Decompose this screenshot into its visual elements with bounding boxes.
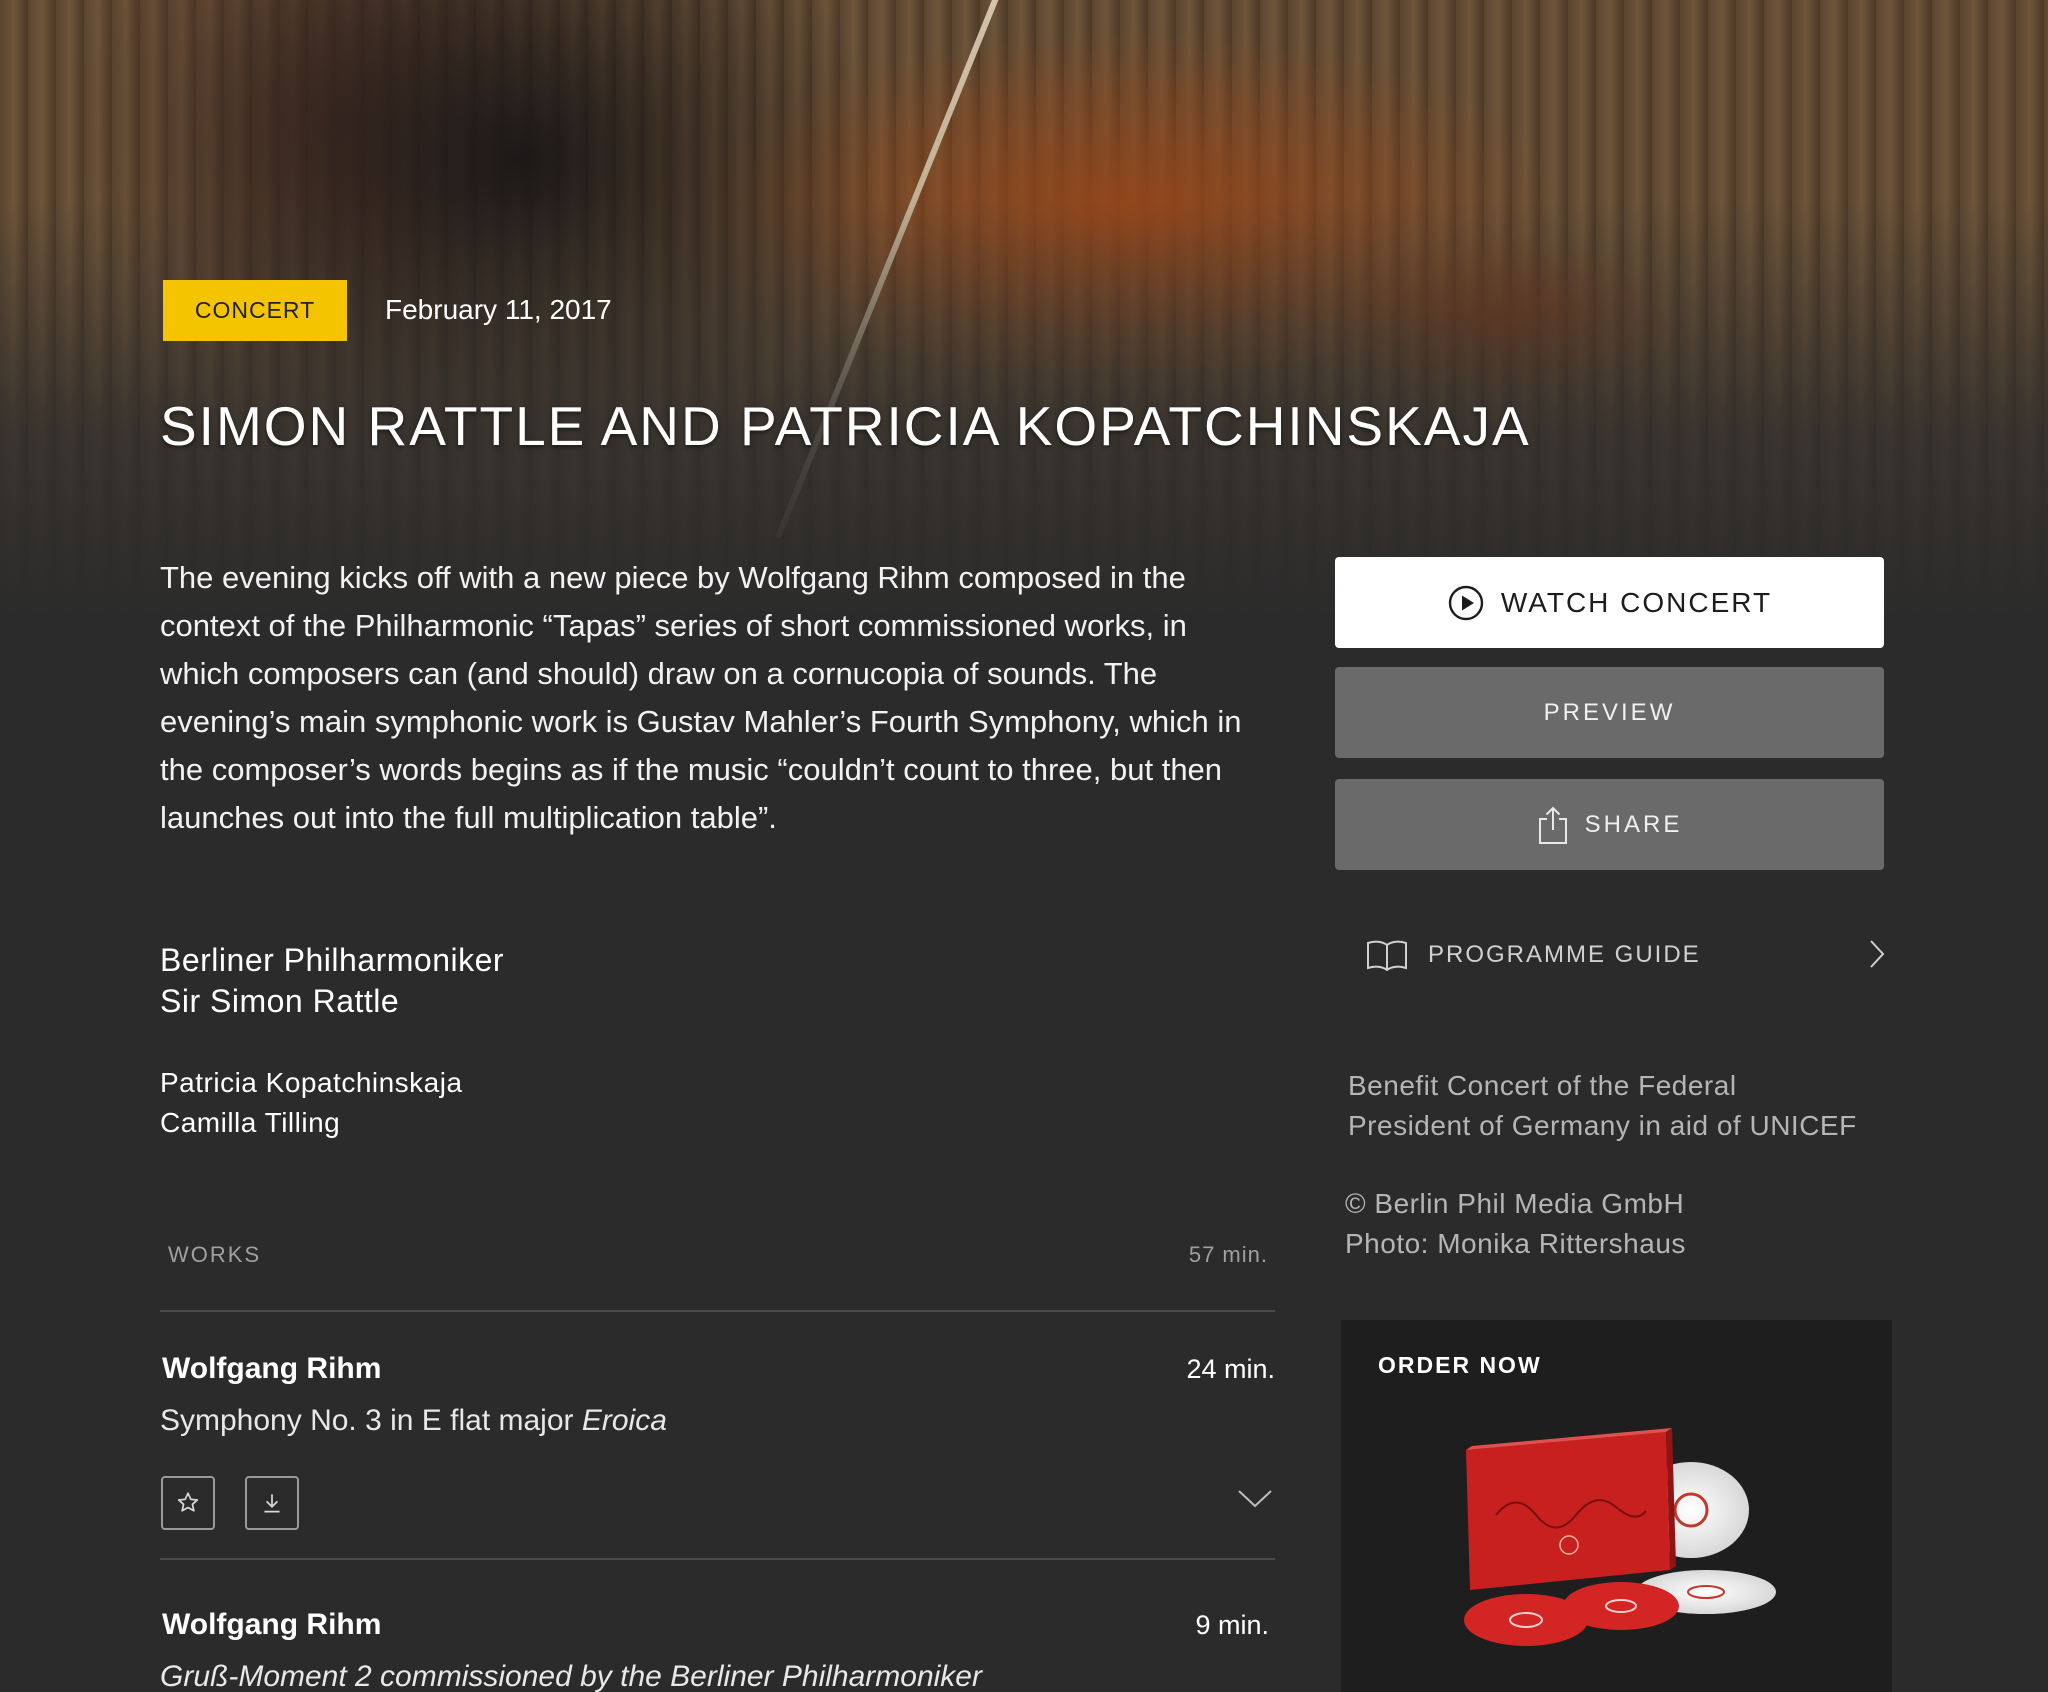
programme-guide-link[interactable]: PROGRAMME GUIDE xyxy=(1366,935,1886,975)
concert-description: The evening kicks off with a new piece b… xyxy=(160,560,1242,835)
chevron-down-icon xyxy=(1238,1490,1272,1508)
work-title: Symphony No. 3 in E flat major Eroica xyxy=(160,1404,667,1437)
concert-title: SIMON RATTLE AND PATRICIA KOPATCHINSKAJA xyxy=(160,395,1531,457)
divider xyxy=(160,1558,1275,1560)
share-icon xyxy=(1537,805,1569,845)
soloists: Patricia Kopatchinskaja Camilla Tilling xyxy=(160,1063,463,1143)
orchestra-conductor: Berliner Philharmoniker Sir Simon Rattle xyxy=(160,940,504,1022)
soloist-name: Camilla Tilling xyxy=(160,1107,341,1138)
share-button[interactable]: SHARE xyxy=(1335,779,1884,870)
play-icon xyxy=(1447,584,1485,622)
favorite-button[interactable] xyxy=(161,1476,215,1530)
work-item[interactable]: Wolfgang Rihm 9 min. Gruß-Moment 2 commi… xyxy=(160,1608,1275,1692)
chevron-right-icon xyxy=(1868,939,1886,976)
order-now-panel[interactable]: ORDER NOW xyxy=(1341,1320,1892,1692)
copyright-line: © Berlin Phil Media GmbH xyxy=(1345,1188,1685,1219)
watch-concert-label: WATCH CONCERT xyxy=(1500,586,1773,618)
copyright-note: © Berlin Phil Media GmbH Photo: Monika R… xyxy=(1345,1184,1905,1264)
work-composer: Wolfgang Rihm xyxy=(162,1608,382,1641)
benefit-line: Benefit Concert of the Federal xyxy=(1348,1070,1737,1101)
works-label: WORKS xyxy=(168,1242,262,1267)
photo-credit: Photo: Monika Rittershaus xyxy=(1345,1228,1686,1259)
order-now-label: ORDER NOW xyxy=(1378,1352,1542,1378)
concert-badge: CONCERT xyxy=(163,280,347,341)
benefit-line: President of Germany in aid of UNICEF xyxy=(1348,1110,1857,1141)
soloist-name: Patricia Kopatchinskaja xyxy=(160,1067,463,1098)
share-label: SHARE xyxy=(1584,810,1683,838)
preview-button[interactable]: PREVIEW xyxy=(1335,667,1884,758)
expand-button[interactable] xyxy=(1237,1488,1273,1515)
work-duration: 24 min. xyxy=(1186,1354,1275,1384)
works-total-duration: 57 min. xyxy=(1188,1242,1268,1267)
watch-concert-button[interactable]: WATCH CONCERT xyxy=(1335,557,1884,648)
preview-label: PREVIEW xyxy=(1543,698,1676,726)
work-item[interactable]: Wolfgang Rihm 24 min. Symphony No. 3 in … xyxy=(160,1352,1275,1552)
work-composer: Wolfgang Rihm xyxy=(162,1352,382,1385)
work-title: Gruß-Moment 2 commissioned by the Berlin… xyxy=(160,1660,982,1692)
programme-guide-label: PROGRAMME GUIDE xyxy=(1428,941,1701,968)
divider xyxy=(160,1310,1275,1312)
work-duration: 9 min. xyxy=(1195,1610,1269,1640)
concert-date: February 11, 2017 xyxy=(385,294,612,325)
book-icon xyxy=(1366,939,1408,971)
cd-box-set-image xyxy=(1464,1428,1776,1646)
orchestra-name: Berliner Philharmoniker xyxy=(160,942,505,978)
conductor-name: Sir Simon Rattle xyxy=(160,983,400,1019)
works-header: WORKS 57 min. xyxy=(168,1242,1268,1272)
download-icon xyxy=(264,1494,280,1513)
star-icon xyxy=(177,1492,199,1512)
download-button[interactable] xyxy=(245,1476,299,1530)
benefit-note: Benefit Concert of the Federal President… xyxy=(1348,1066,1908,1146)
